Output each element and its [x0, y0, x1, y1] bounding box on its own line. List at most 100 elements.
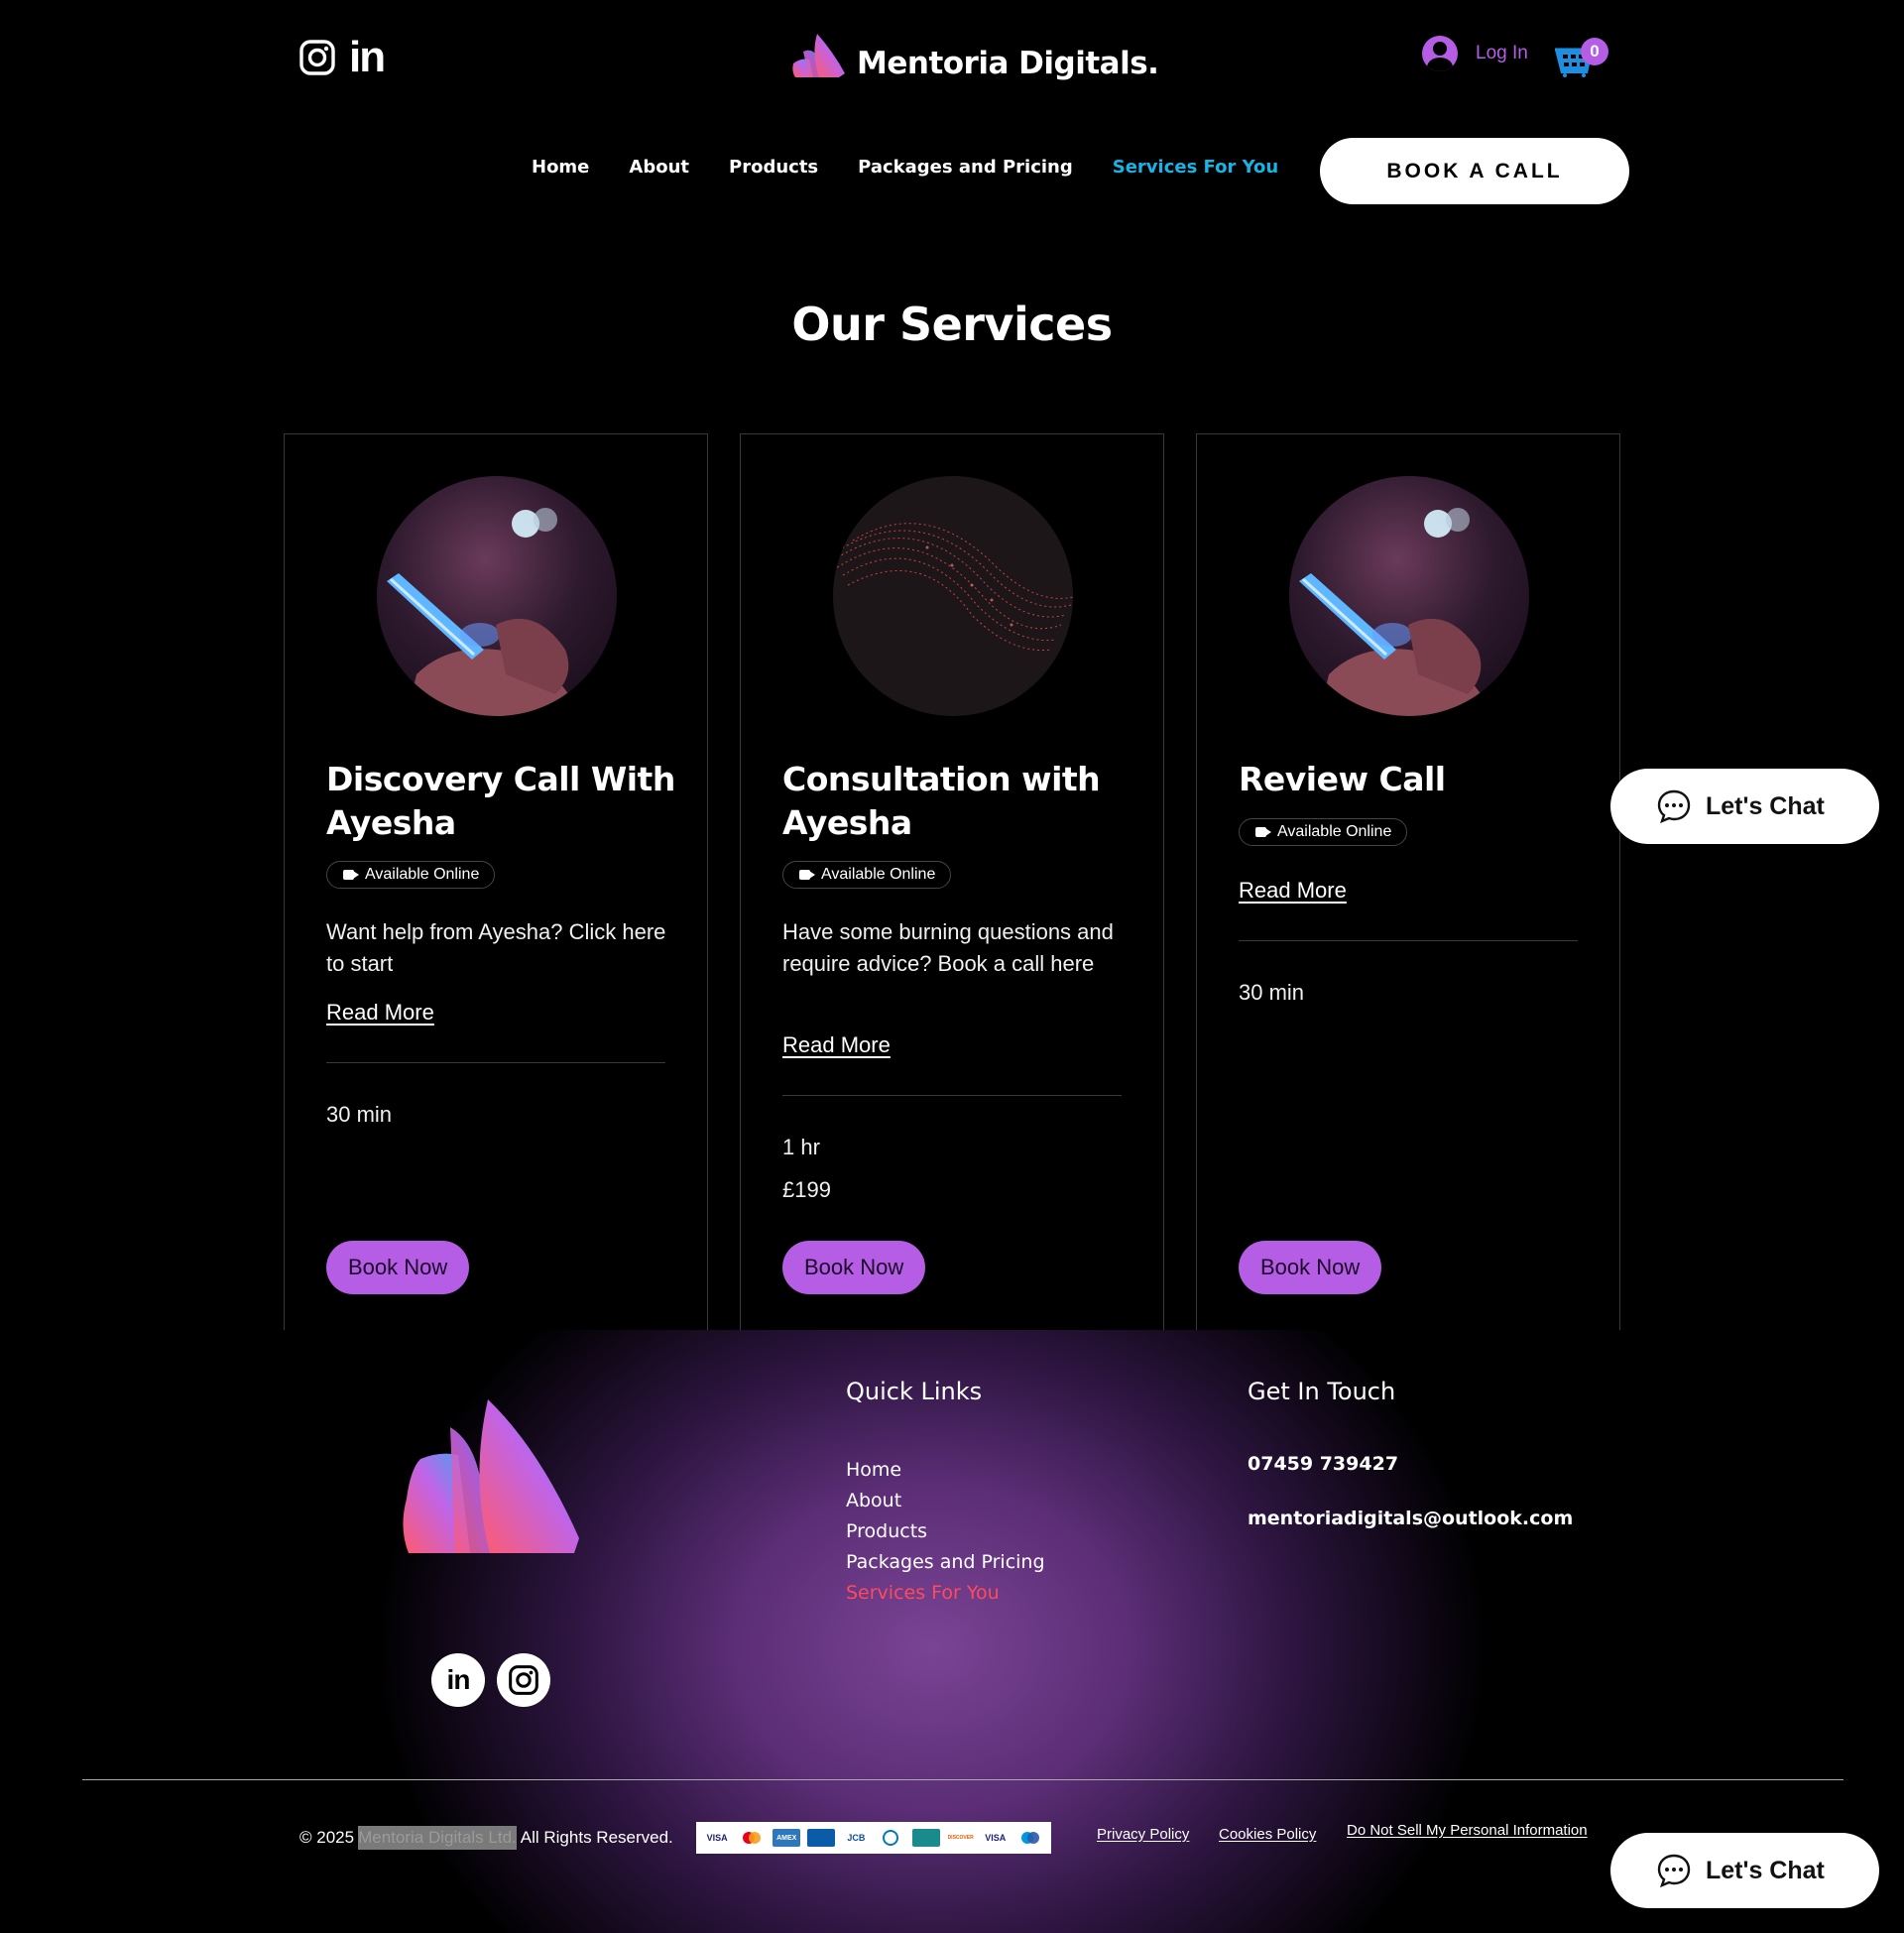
- read-more-link[interactable]: Read More: [326, 1000, 434, 1026]
- availability-badge: Available Online: [326, 861, 496, 889]
- badge-label: Available Online: [1277, 823, 1392, 840]
- lets-chat-button[interactable]: Let's Chat: [1610, 769, 1879, 844]
- avatar-icon: [1422, 36, 1458, 71]
- card-divider: [1239, 940, 1578, 941]
- nav-packages-pricing[interactable]: Packages and Pricing: [858, 157, 1073, 178]
- book-now-button[interactable]: Book Now: [782, 1241, 926, 1294]
- service-price: £199: [782, 1177, 831, 1202]
- service-image: [377, 476, 617, 716]
- card-title: Discovery Call With Ayesha: [326, 758, 683, 845]
- maestro-glyph: [1020, 1832, 1039, 1844]
- footer-social-links: in: [431, 1653, 550, 1707]
- do-not-sell-link[interactable]: Do Not Sell My Personal Information: [1347, 1822, 1588, 1839]
- lets-chat-button[interactable]: Let's Chat: [1610, 1833, 1879, 1908]
- nav-products[interactable]: Products: [729, 157, 818, 178]
- video-camera-icon: [799, 870, 815, 880]
- discover-icon: DISCOVER: [947, 1835, 974, 1841]
- maestro-icon: [1016, 1829, 1044, 1847]
- nav-services[interactable]: Services For You: [1113, 157, 1278, 178]
- login-button[interactable]: Log In: [1422, 36, 1528, 71]
- availability-badge: Available Online: [782, 861, 952, 889]
- cb-icon: [911, 1829, 940, 1847]
- quick-links-heading: Quick Links: [846, 1378, 983, 1405]
- service-card: Consultation with Ayesha Available Onlin…: [740, 433, 1164, 1330]
- brand-name: Mentoria Digitals.: [857, 46, 1159, 81]
- jcb-icon: JCB: [847, 1833, 866, 1843]
- badge-label: Available Online: [365, 866, 480, 883]
- payment-methods: VISA AMEX JCB DISCOVER VISA: [696, 1822, 1051, 1854]
- privacy-policy-link[interactable]: Privacy Policy: [1097, 1826, 1189, 1843]
- digital-wave-image[interactable]: [833, 476, 1073, 716]
- badge-label: Available Online: [821, 866, 936, 883]
- card-description: Have some burning questions and require …: [782, 919, 1114, 976]
- service-card: Discovery Call With Ayesha Available Onl…: [284, 433, 708, 1330]
- book-now-button[interactable]: Book Now: [326, 1241, 470, 1294]
- header-social-links: in: [299, 36, 386, 79]
- footer-link-packages-pricing[interactable]: Packages and Pricing: [846, 1547, 1045, 1578]
- amex-icon: AMEX: [773, 1829, 801, 1847]
- footer-link-home[interactable]: Home: [846, 1455, 1045, 1486]
- video-camera-icon: [343, 870, 359, 880]
- section-title: Our Services: [791, 298, 1113, 351]
- book-now-button[interactable]: Book Now: [1239, 1241, 1382, 1294]
- login-label: Log In: [1476, 43, 1528, 63]
- quick-links: Home About Products Packages and Pricing…: [846, 1455, 1045, 1609]
- get-in-touch-heading: Get In Touch: [1248, 1378, 1396, 1405]
- copyright: © 2025 Mentoria Digitals Ltd. All Rights…: [299, 1826, 673, 1850]
- cookies-policy-link[interactable]: Cookies Policy: [1219, 1826, 1316, 1843]
- contact-phone[interactable]: 07459 739427: [1248, 1453, 1398, 1475]
- chat-label: Let's Chat: [1706, 1856, 1825, 1884]
- service-card: Review Call Available Online Read More 3…: [1196, 433, 1620, 1330]
- card-divider: [782, 1095, 1122, 1096]
- copyright-prefix: © 2025: [299, 1828, 355, 1847]
- service-image: [1289, 476, 1529, 716]
- phone-hand-image[interactable]: [1289, 476, 1529, 716]
- brand[interactable]: Mentoria Digitals.: [789, 30, 1159, 81]
- read-more-link[interactable]: Read More: [782, 1032, 891, 1058]
- instagram-icon[interactable]: [299, 40, 335, 75]
- visa-icon: VISA: [985, 1833, 1007, 1843]
- video-camera-icon: [1255, 827, 1271, 837]
- mastercard-glyph: [743, 1832, 762, 1844]
- contact-email[interactable]: mentoriadigitals@outlook.com: [1248, 1508, 1573, 1529]
- diners-glyph: [883, 1830, 899, 1846]
- linkedin-icon[interactable]: in: [349, 36, 386, 79]
- footer-link-about[interactable]: About: [846, 1486, 1045, 1516]
- service-duration: 1 hr: [782, 1135, 820, 1159]
- service-image: [833, 476, 1073, 716]
- chat-bubble-icon: [1657, 789, 1691, 824]
- copyright-suffix: All Rights Reserved.: [520, 1828, 673, 1847]
- card-title-line: Ayesha: [782, 803, 912, 842]
- brand-logo-icon: [792, 34, 845, 77]
- nav-home[interactable]: Home: [532, 157, 589, 178]
- linkedin-icon[interactable]: in: [431, 1653, 485, 1707]
- visa-icon: VISA: [706, 1833, 728, 1843]
- footer-link-products[interactable]: Products: [846, 1516, 1045, 1547]
- instagram-glyph: [509, 1665, 538, 1695]
- chat-bubble-icon: [1657, 1854, 1691, 1888]
- read-more-link[interactable]: Read More: [1239, 878, 1347, 904]
- footer-logo-icon: [403, 1399, 579, 1553]
- instagram-icon[interactable]: [497, 1653, 550, 1707]
- footer: in Quick Links Home About Products Packa…: [0, 1330, 1904, 1933]
- card-description: Want help from Ayesha? Click here to sta…: [326, 919, 666, 976]
- card-title: Consultation with Ayesha: [782, 758, 1139, 845]
- service-duration: 30 min: [326, 1102, 393, 1127]
- chat-label: Let's Chat: [1706, 791, 1825, 820]
- book-a-call-button[interactable]: BOOK A CALL: [1320, 138, 1629, 204]
- cart-count-badge: 0: [1581, 38, 1608, 65]
- card-title-line: Ayesha: [326, 803, 456, 842]
- footer-link-services[interactable]: Services For You: [846, 1578, 1045, 1609]
- card-title: Review Call: [1239, 758, 1596, 801]
- diners-icon: [877, 1829, 904, 1847]
- service-duration: 30 min: [1239, 980, 1305, 1005]
- card-divider: [326, 1062, 665, 1063]
- copyright-owner: Mentoria Digitals Ltd.: [358, 1826, 517, 1850]
- card-icon: [807, 1829, 836, 1847]
- card-title-line: Discovery Call With: [326, 760, 675, 798]
- main-nav: Home About Products Packages and Pricing…: [532, 157, 1278, 178]
- mastercard-icon: [738, 1829, 766, 1847]
- footer-divider: [82, 1779, 1844, 1780]
- phone-hand-image[interactable]: [377, 476, 617, 716]
- nav-about[interactable]: About: [629, 157, 689, 178]
